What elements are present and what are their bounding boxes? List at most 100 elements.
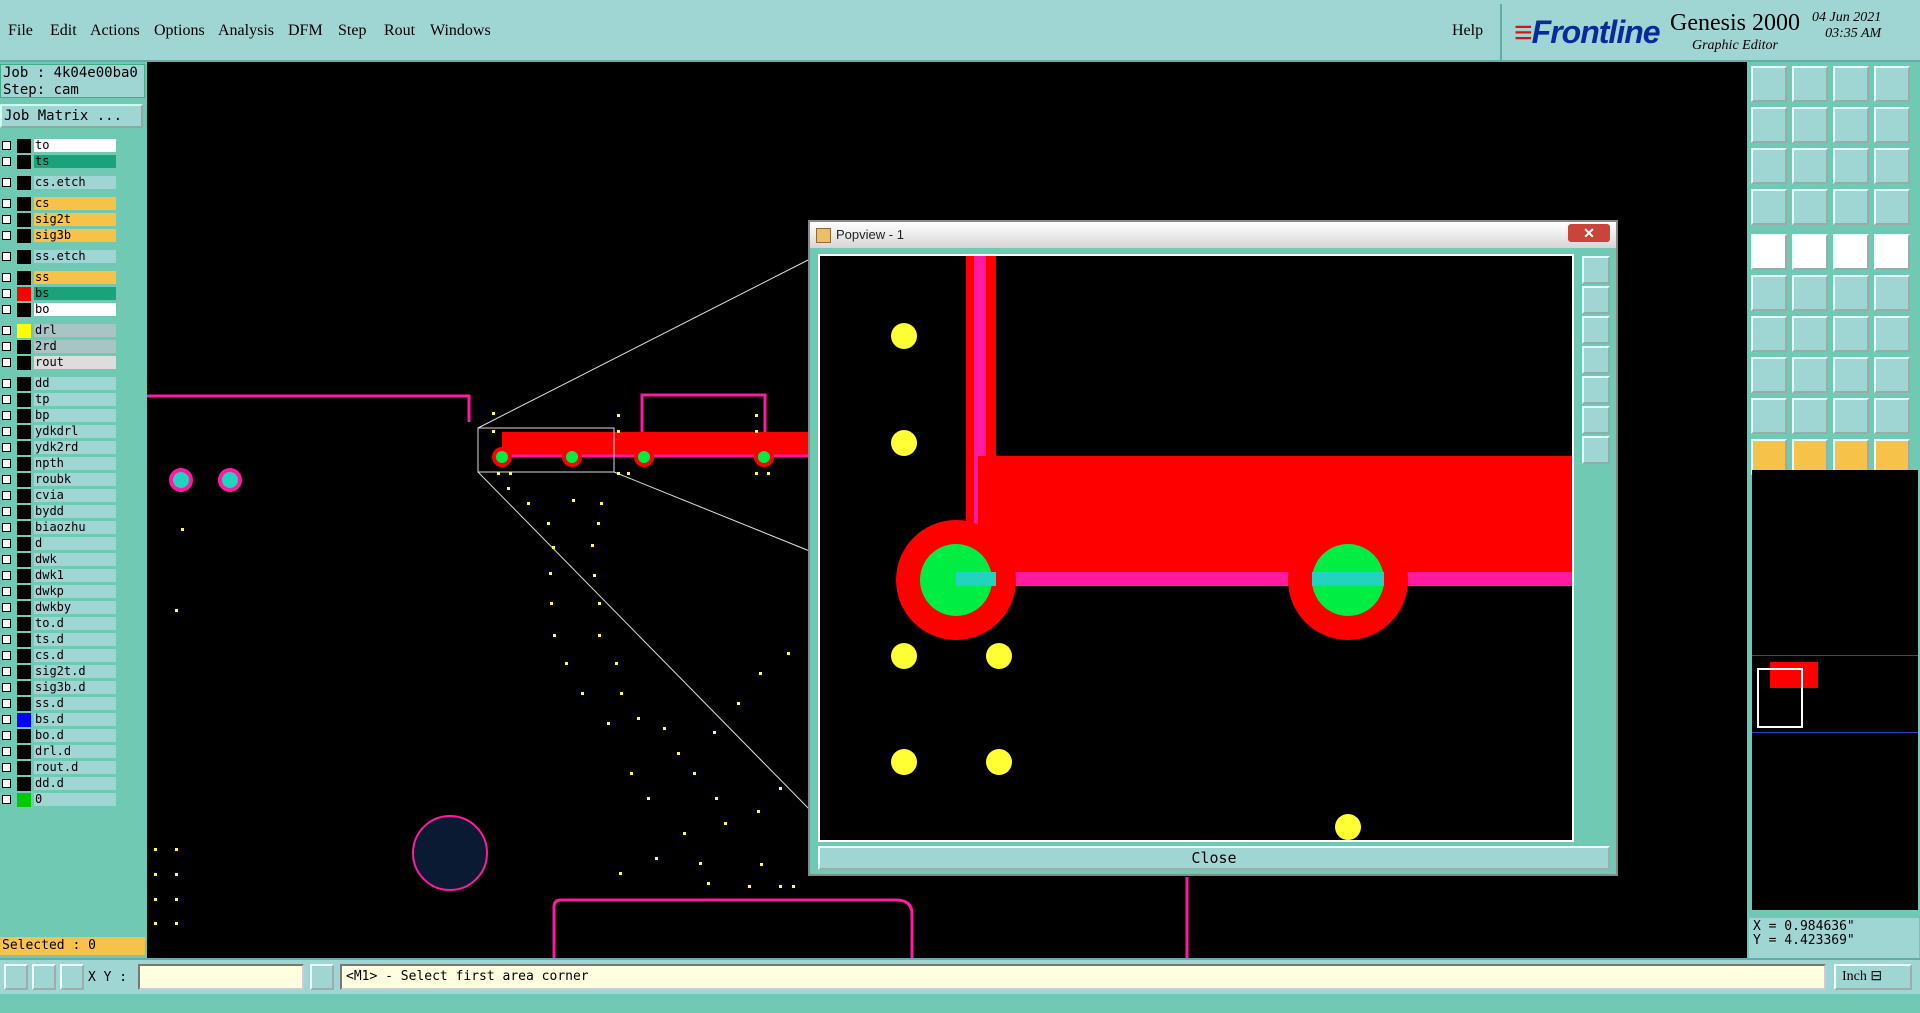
layer-row[interactable]: bp: [0, 408, 118, 424]
menu-dfm[interactable]: DFM: [288, 22, 323, 40]
layer-row[interactable]: cs.d: [0, 648, 118, 664]
grid-icon[interactable]: [1792, 189, 1828, 225]
measure-icon[interactable]: [1751, 189, 1787, 225]
layer-checkbox[interactable]: [2, 555, 11, 564]
layer-checkbox[interactable]: [2, 763, 11, 772]
layer-row[interactable]: biaozhu: [0, 520, 118, 536]
layer-name[interactable]: bs: [34, 287, 116, 300]
layer-name[interactable]: cs.d: [34, 649, 116, 662]
layer-name[interactable]: drl.d: [34, 745, 116, 758]
center-icon[interactable]: [1792, 148, 1828, 184]
close-icon[interactable]: ✕: [1568, 224, 1610, 242]
layer-row[interactable]: ss.d: [0, 696, 118, 712]
pan-left-icon[interactable]: [1751, 107, 1787, 143]
layer-row[interactable]: ydkdrl: [0, 424, 118, 440]
layer-checkbox[interactable]: [2, 157, 11, 166]
layer-checkbox[interactable]: [2, 252, 11, 261]
layer-row[interactable]: ydk2rd: [0, 440, 118, 456]
layer-checkbox[interactable]: [2, 667, 11, 676]
help-icon[interactable]: [1874, 148, 1910, 184]
units-select[interactable]: Inch ⊟: [1834, 964, 1912, 990]
layer-row[interactable]: dwkp: [0, 584, 118, 600]
layer-row[interactable]: tp: [0, 392, 118, 408]
snap-arrow-icon[interactable]: [1874, 275, 1910, 311]
layer-row[interactable]: bo.d: [0, 728, 118, 744]
angle-icon[interactable]: [1751, 316, 1787, 352]
move-icon[interactable]: [1833, 357, 1869, 393]
layer-row[interactable]: bydd: [0, 504, 118, 520]
layer-row[interactable]: dd: [0, 376, 118, 392]
layer-checkbox[interactable]: [2, 795, 11, 804]
surface-a-icon[interactable]: [1792, 398, 1828, 434]
copy-icon[interactable]: [1874, 357, 1910, 393]
cross-icon[interactable]: [1792, 275, 1828, 311]
layer-row[interactable]: bs.d: [0, 712, 118, 728]
layer-row[interactable]: rout.d: [0, 760, 118, 776]
layer-row[interactable]: 0: [0, 792, 118, 808]
layer-name[interactable]: bo.d: [34, 729, 116, 742]
layer-checkbox[interactable]: [2, 699, 11, 708]
layer-checkbox[interactable]: [2, 178, 11, 187]
add-line-icon[interactable]: [1792, 357, 1828, 393]
layer-row[interactable]: sig3b.d: [0, 680, 118, 696]
layer-checkbox[interactable]: [2, 427, 11, 436]
pan-down-button[interactable]: [1582, 316, 1610, 344]
menu-edit[interactable]: Edit: [50, 22, 77, 40]
layer-row[interactable]: d: [0, 536, 118, 552]
layer-name[interactable]: bs.d: [34, 713, 116, 726]
layer-checkbox[interactable]: [2, 475, 11, 484]
layer-name[interactable]: biaozhu: [34, 521, 116, 534]
layer-name[interactable]: sig3b: [34, 229, 116, 242]
layer-row[interactable]: bs: [0, 286, 118, 302]
polygon-icon[interactable]: [1792, 234, 1828, 270]
zoom-out-button[interactable]: [1582, 436, 1610, 464]
zoom-in-icon[interactable]: [1792, 66, 1828, 102]
edit-text-icon[interactable]: [1874, 316, 1910, 352]
layer-checkbox[interactable]: [2, 231, 11, 240]
layer-checkbox[interactable]: [2, 619, 11, 628]
layer-row[interactable]: to: [0, 138, 118, 154]
menu-actions[interactable]: Actions: [90, 22, 140, 40]
layer-name[interactable]: to.d: [34, 617, 116, 630]
pan-right-icon[interactable]: [1792, 107, 1828, 143]
layer-name[interactable]: 2rd: [34, 340, 116, 353]
job-matrix-button[interactable]: Job Matrix ...: [0, 104, 143, 128]
pan-right-button[interactable]: [1582, 376, 1610, 404]
arc-icon[interactable]: [1833, 316, 1869, 352]
layer-checkbox[interactable]: [2, 747, 11, 756]
layer-name[interactable]: sig2t: [34, 213, 116, 226]
menu-rout[interactable]: Rout: [384, 22, 415, 40]
layer-checkbox[interactable]: [2, 443, 11, 452]
layer-checkbox[interactable]: [2, 731, 11, 740]
zoom-area-icon[interactable]: [1751, 148, 1787, 184]
layer-row[interactable]: roubk: [0, 472, 118, 488]
layer-name[interactable]: ss.etch: [34, 250, 116, 263]
layer-name[interactable]: npth: [34, 457, 116, 470]
layer-row[interactable]: ts: [0, 154, 118, 170]
layer-check-icon[interactable]: [1874, 189, 1910, 225]
layer-name[interactable]: dwkby: [34, 601, 116, 614]
pad-icon[interactable]: [1874, 234, 1910, 270]
layer-name[interactable]: drl: [34, 324, 116, 337]
layer-checkbox[interactable]: [2, 491, 11, 500]
layer-checkbox[interactable]: [2, 571, 11, 580]
layer-row[interactable]: dd.d: [0, 776, 118, 792]
layer-checkbox[interactable]: [2, 587, 11, 596]
layer-row[interactable]: ss: [0, 270, 118, 286]
layer-checkbox[interactable]: [2, 342, 11, 351]
select-feature-icon[interactable]: [1751, 234, 1787, 270]
layer-row[interactable]: ts.d: [0, 632, 118, 648]
layer-checkbox[interactable]: [2, 141, 11, 150]
layer-checkbox[interactable]: [2, 395, 11, 404]
layer-row[interactable]: npth: [0, 456, 118, 472]
layer-checkbox[interactable]: [2, 635, 11, 644]
layer-name[interactable]: ts: [34, 155, 116, 168]
layer-name[interactable]: d: [34, 537, 116, 550]
layer-row[interactable]: bo: [0, 302, 118, 318]
layer-row[interactable]: cvia: [0, 488, 118, 504]
layer-name[interactable]: rout: [34, 356, 116, 369]
layer-name[interactable]: ydkdrl: [34, 425, 116, 438]
menu-file[interactable]: File: [8, 22, 33, 40]
layer-name[interactable]: bo: [34, 303, 116, 316]
snap-icon[interactable]: [4, 964, 28, 990]
